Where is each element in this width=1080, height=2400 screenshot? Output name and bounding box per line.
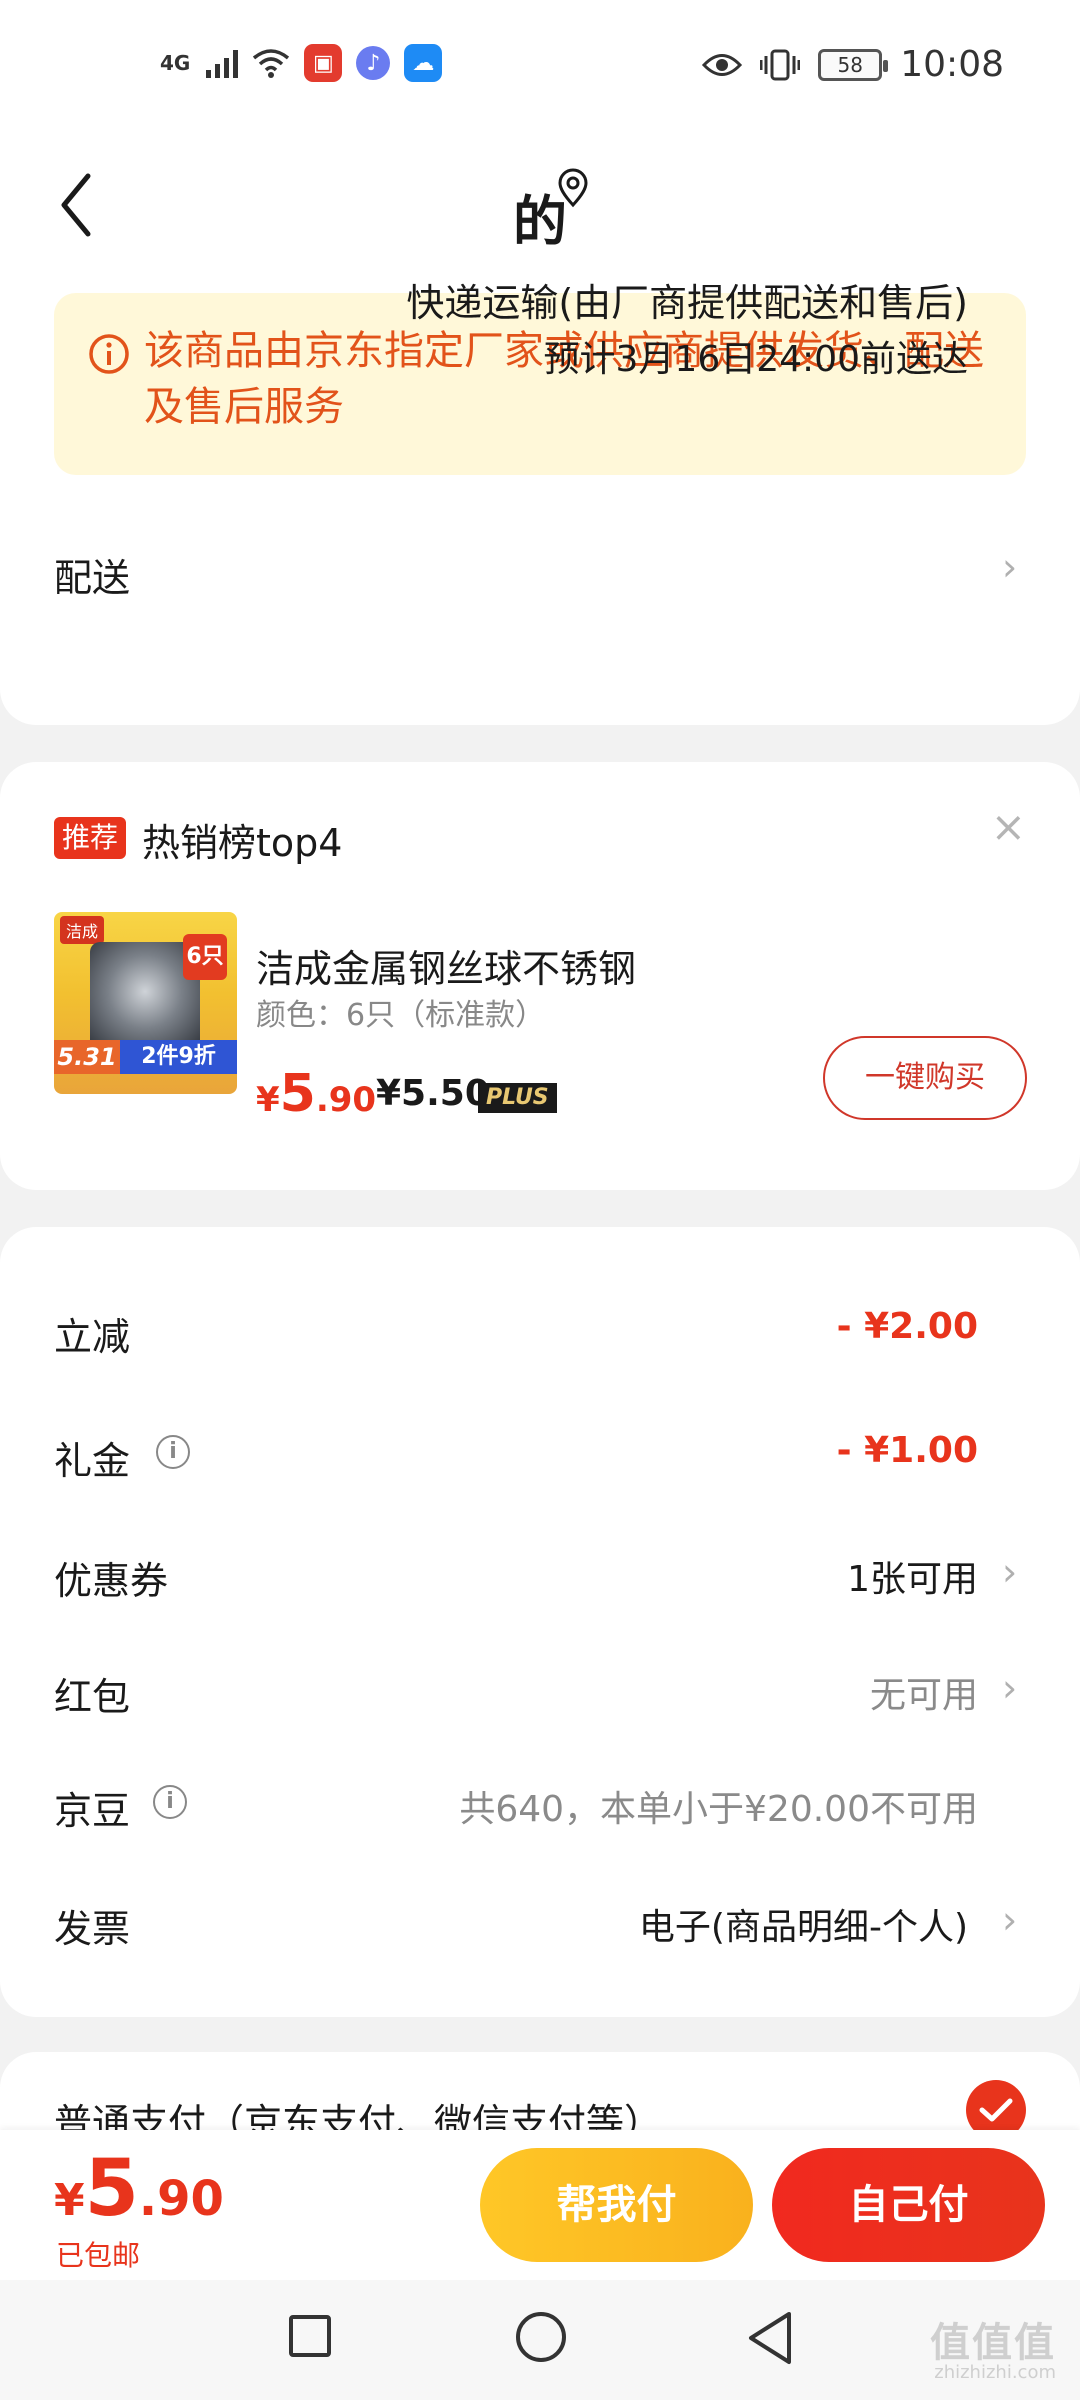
clock: 10:08 [900,44,1004,85]
self-pay-button[interactable]: 自己付 [772,2148,1045,2262]
total-decimal: .90 [138,2171,224,2227]
delivery-label: 配送 [54,556,131,600]
network-type: 4G [160,51,191,75]
delivery-eta: 预计3月16日24:00前送达 [543,339,968,380]
delivery-chevron-icon[interactable]: › [1002,545,1017,589]
page-title: 的 [513,190,567,253]
jd-app-icon: ▣ [304,44,343,82]
status-left: 4G ▣ ♪ ☁ [160,44,443,82]
one-click-buy-button[interactable]: 一键购买 [823,1036,1027,1120]
battery-level: 58 [837,52,863,77]
gift-label: 礼金 [54,1439,131,1483]
info-icon [89,334,129,374]
recommend-tag: 推荐 [54,817,127,859]
checkout-bar: ¥5.90 已包邮 帮我付 自己付 [0,2130,1080,2280]
watermark-url: zhizhizhi.com [934,2362,1056,2383]
nav-back-icon[interactable] [745,2310,795,2366]
help-pay-button[interactable]: 帮我付 [480,2148,753,2262]
jingdou-value: 共640，本单小于¥20.00不可用 [459,1789,978,1830]
instant-discount-value: - ¥2.00 [836,1306,978,1347]
price-currency: ¥ [256,1080,280,1120]
coupon-value[interactable]: 1张可用 [847,1550,978,1602]
total-integer: 5 [84,2144,139,2234]
product-price: ¥5.90 [256,1064,376,1124]
music-app-icon: ♪ [356,46,391,80]
weather-app-icon: ☁ [404,44,443,82]
product-pack-badge: 6只 [183,934,227,980]
status-right: 58 10:08 [702,44,1004,85]
battery-icon: 58 [818,48,889,81]
price-integer: 5 [279,1064,316,1124]
total-price: ¥5.90 [54,2144,224,2234]
system-nav-bar [0,2280,1080,2400]
recent-apps-icon[interactable] [289,2315,331,2357]
product-spec: 颜色：6只（标准款） [256,998,546,1033]
status-bar: 4G ▣ ♪ ☁ 58 10:08 [0,0,1080,135]
redpacket-value[interactable]: 无可用 [870,1666,978,1718]
recommend-title: 热销榜top4 [142,821,343,865]
page-header: 的 [0,135,1080,275]
image-promo-badge: 2件9折 [120,1040,237,1074]
close-icon[interactable]: × [991,802,1026,851]
product-name[interactable]: 洁成金属钢丝球不锈钢 [256,938,636,993]
invoice-chevron-icon[interactable]: › [1002,1898,1017,1942]
redpacket-label: 红包 [54,1675,131,1719]
jingdou-info-icon[interactable]: i [153,1785,187,1819]
redpacket-chevron-icon[interactable]: › [1002,1666,1017,1710]
product-brand-label: 洁成 [60,916,105,944]
gift-info-icon[interactable]: i [156,1435,190,1469]
free-shipping-label: 已包邮 [56,2239,141,2272]
home-icon[interactable] [516,2312,566,2362]
gift-value: - ¥1.00 [836,1430,978,1471]
total-currency: ¥ [54,2175,85,2226]
plus-price: ¥5.50 [376,1073,490,1114]
delivery-method[interactable]: 快递运输(由厂商提供配送和售后) [406,272,968,327]
invoice-label: 发票 [54,1907,131,1951]
coupon-chevron-icon[interactable]: › [1002,1550,1017,1594]
jingdou-label: 京豆 [54,1789,131,1833]
product-image[interactable]: 洁成 6只 5.31 2件9折 [54,912,237,1094]
location-pin-icon[interactable] [555,168,591,208]
eye-icon [702,53,743,76]
price-decimal: .90 [315,1080,377,1120]
image-price-badge: 5.31 [54,1040,120,1074]
vibrate-icon [760,49,801,80]
signal-icon [206,48,239,78]
watermark: 值值值 [930,2320,1056,2366]
instant-discount-label: 立减 [54,1315,131,1359]
invoice-value[interactable]: 电子(商品明细-个人) [639,1898,968,1950]
coupon-label: 优惠券 [54,1559,169,1603]
wifi-icon [253,49,290,78]
plus-badge: PLUS [478,1083,557,1113]
